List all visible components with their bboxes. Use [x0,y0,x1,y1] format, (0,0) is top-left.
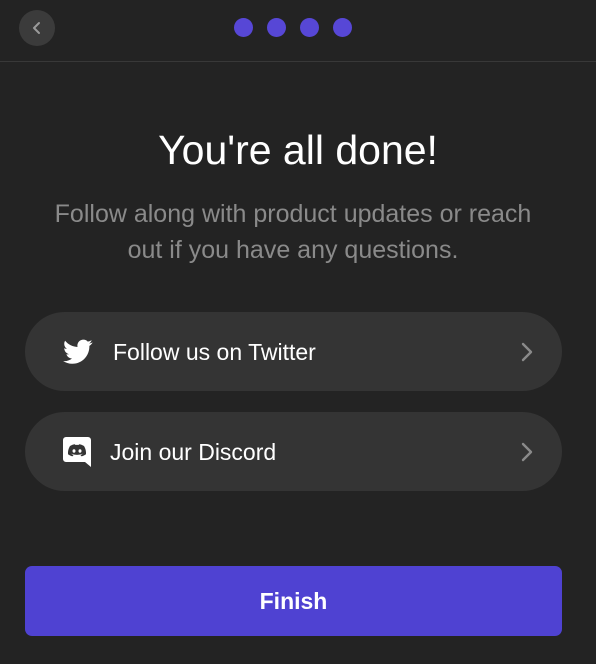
step-dot [267,18,286,37]
back-button[interactable] [19,10,55,46]
onboarding-complete-screen: You're all done! Follow along with produ… [0,0,596,664]
twitter-link-label: Follow us on Twitter [113,338,316,365]
page-title: You're all done! [158,127,438,173]
follow-twitter-button[interactable]: Follow us on Twitter [25,312,562,391]
chevron-left-icon [33,22,40,34]
join-discord-button[interactable]: Join our Discord [25,412,562,491]
step-dot [333,18,352,37]
twitter-icon [63,339,93,364]
step-dot [234,18,253,37]
step-indicator [234,18,352,37]
chevron-right-icon [520,442,534,462]
discord-icon [63,436,91,467]
chevron-right-icon [520,342,534,362]
finish-button[interactable]: Finish [25,566,562,636]
discord-link-label: Join our Discord [110,438,277,465]
page-subtitle: Follow along with product updates or rea… [54,200,532,264]
step-dot [300,18,319,37]
top-bar [0,0,596,62]
